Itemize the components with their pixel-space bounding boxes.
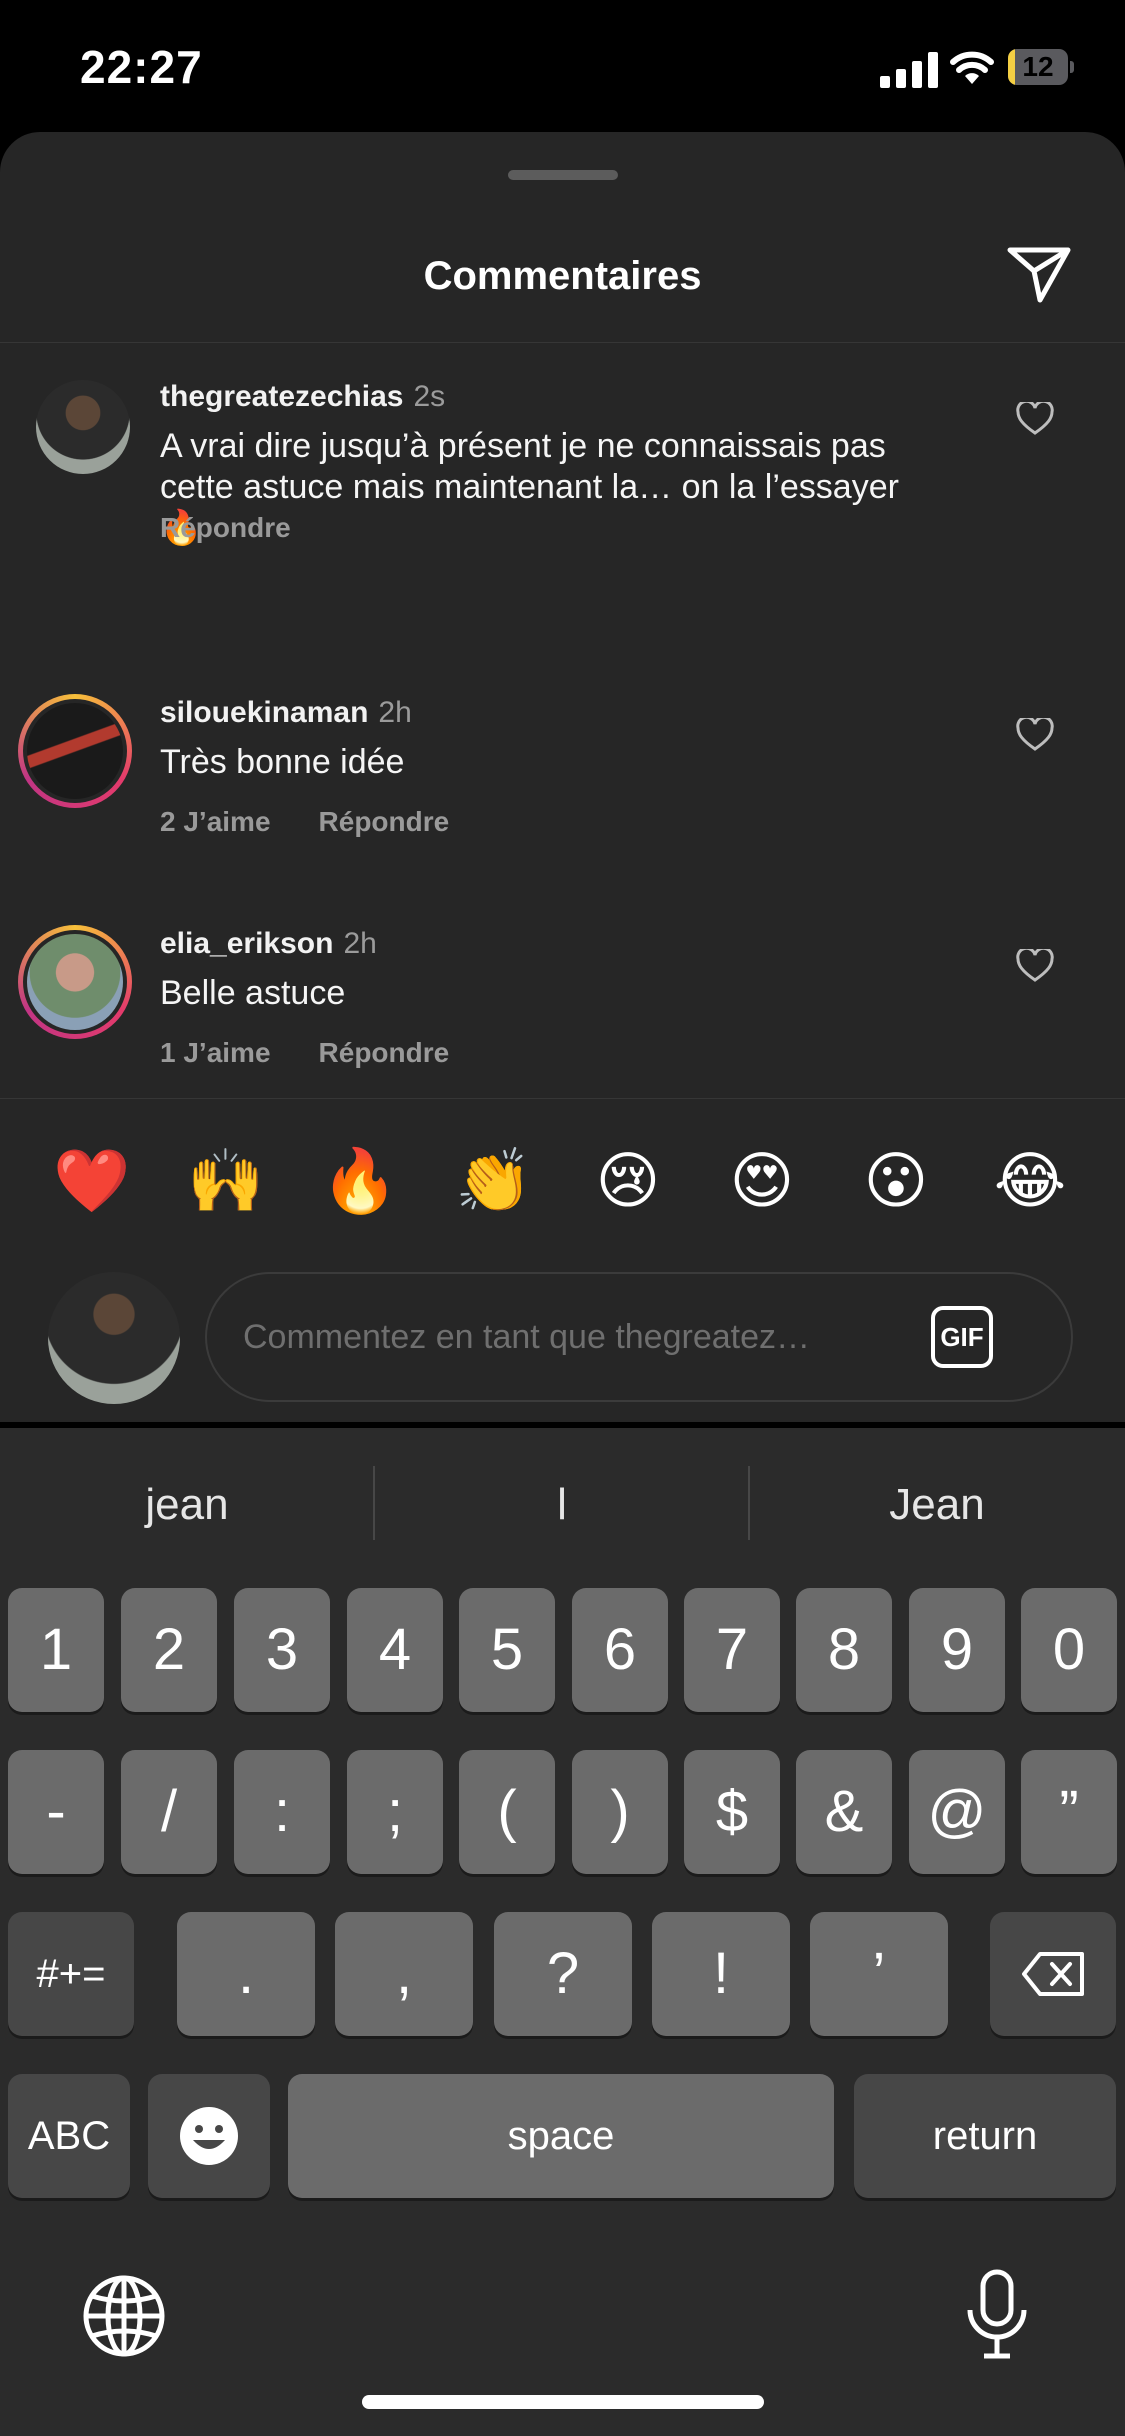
likes-count[interactable]: 2 J’aime xyxy=(160,806,271,837)
suggestion-3[interactable]: Jean xyxy=(750,1480,1124,1530)
reaction-surprised[interactable]: 😮 xyxy=(856,1142,936,1222)
home-indicator[interactable] xyxy=(362,2395,764,2409)
key-0[interactable]: 0 xyxy=(1021,1588,1117,1712)
comment-time: 2h xyxy=(343,927,377,960)
globe-icon[interactable] xyxy=(82,2274,166,2358)
wifi-icon xyxy=(950,51,994,84)
key-ampersand[interactable]: & xyxy=(796,1750,892,1874)
microphone-icon[interactable] xyxy=(962,2268,1032,2362)
reply-button[interactable]: Répondre xyxy=(160,512,291,543)
sheet-grabber[interactable] xyxy=(508,170,618,180)
sheet-title: Commentaires xyxy=(423,254,702,298)
key-question[interactable]: ? xyxy=(494,1912,632,2036)
reaction-heart-eyes[interactable]: 😍 xyxy=(722,1142,802,1222)
like-heart-icon[interactable] xyxy=(1016,402,1054,436)
reaction-heart[interactable]: ❤️ xyxy=(52,1142,132,1222)
current-user-avatar xyxy=(48,1272,180,1404)
comment-username[interactable]: thegreatezechias 2s xyxy=(160,380,445,414)
reaction-laughing[interactable]: 😂 xyxy=(990,1142,1070,1222)
key-8[interactable]: 8 xyxy=(796,1588,892,1712)
key-emoji[interactable] xyxy=(148,2074,270,2198)
comment-actions: 2 J’aime Répondre xyxy=(160,806,497,838)
key-return[interactable]: return xyxy=(854,2074,1116,2198)
header-divider xyxy=(0,342,1125,343)
key-colon[interactable]: : xyxy=(234,1750,330,1874)
key-6[interactable]: 6 xyxy=(572,1588,668,1712)
key-close-paren[interactable]: ) xyxy=(572,1750,668,1874)
suggestion-1[interactable]: jean xyxy=(0,1480,374,1530)
status-time: 22:27 xyxy=(80,41,203,93)
key-symbols-toggle[interactable]: #+= xyxy=(8,1912,134,2036)
comment-text: Belle astuce xyxy=(160,974,346,1012)
story-ring[interactable] xyxy=(18,694,132,808)
key-2[interactable]: 2 xyxy=(121,1588,217,1712)
key-1[interactable]: 1 xyxy=(8,1588,104,1712)
comment-item: elia_erikson 2h Belle astuce 1 J’aime Répo… xyxy=(0,909,1125,1069)
key-exclamation[interactable]: ! xyxy=(652,1912,790,2036)
reaction-fire[interactable]: 🔥 xyxy=(320,1142,400,1222)
compose-divider xyxy=(0,1098,1125,1099)
comment-actions: 1 J’aime Répondre xyxy=(160,1037,497,1069)
emoji-smiley-icon xyxy=(180,2107,238,2165)
comment-actions: Répondre xyxy=(160,512,339,544)
key-3[interactable]: 3 xyxy=(234,1588,330,1712)
comment-input-placeholder: Commentez en tant que thegreatez… xyxy=(243,1318,810,1356)
gif-button[interactable]: GIF xyxy=(931,1306,993,1368)
key-slash[interactable]: / xyxy=(121,1750,217,1874)
comment-item: silouekinaman 2h Très bonne idée 2 J’aime… xyxy=(0,678,1125,838)
key-dollar[interactable]: $ xyxy=(684,1750,780,1874)
like-heart-icon[interactable] xyxy=(1016,949,1054,983)
reaction-clap[interactable]: 👏 xyxy=(454,1142,534,1222)
suggestion-2[interactable]: l xyxy=(375,1480,749,1530)
comment-time: 2s xyxy=(413,380,446,413)
commenter-avatar xyxy=(27,934,123,1030)
key-apostrophe[interactable]: ’ xyxy=(810,1912,948,2036)
like-heart-icon[interactable] xyxy=(1016,718,1054,752)
key-hyphen[interactable]: - xyxy=(8,1750,104,1874)
reply-button[interactable]: Répondre xyxy=(319,806,450,837)
key-9[interactable]: 9 xyxy=(909,1588,1005,1712)
reaction-crying[interactable]: 😢 xyxy=(588,1142,668,1222)
battery-percentage: 12 xyxy=(1022,51,1054,82)
key-7[interactable]: 7 xyxy=(684,1588,780,1712)
key-quote[interactable]: ” xyxy=(1021,1750,1117,1874)
comments-sheet: Commentaires thegreatezechias 2s A vrai d… xyxy=(0,132,1125,1422)
key-space[interactable]: space xyxy=(288,2074,834,2198)
key-abc[interactable]: ABC xyxy=(8,2074,130,2198)
comment-username[interactable]: silouekinaman 2h xyxy=(160,696,412,730)
key-delete[interactable] xyxy=(990,1912,1116,2036)
delete-backspace-icon xyxy=(1022,1952,1084,1996)
status-bar: 22:27 12 xyxy=(0,0,1125,132)
share-send-icon[interactable] xyxy=(1004,238,1074,308)
key-5[interactable]: 5 xyxy=(459,1588,555,1712)
comment-item: thegreatezechias 2s A vrai dire jusqu’à p… xyxy=(0,362,1125,562)
likes-count[interactable]: 1 J’aime xyxy=(160,1037,271,1068)
reaction-raising-hands[interactable]: 🙌 xyxy=(186,1142,266,1222)
story-ring[interactable] xyxy=(18,925,132,1039)
key-period[interactable]: . xyxy=(177,1912,315,2036)
key-4[interactable]: 4 xyxy=(347,1588,443,1712)
key-open-paren[interactable]: ( xyxy=(459,1750,555,1874)
reply-button[interactable]: Répondre xyxy=(319,1037,450,1068)
quick-reactions: ❤️ 🙌 🔥 👏 😢 😍 😮 😂 xyxy=(0,1142,1125,1222)
comment-text: Très bonne idée xyxy=(160,743,405,781)
key-at[interactable]: @ xyxy=(909,1750,1005,1874)
keyboard: jean l Jean 1 2 3 4 5 6 7 8 9 0 - / : ; … xyxy=(0,1428,1125,2436)
comment-username[interactable]: elia_erikson 2h xyxy=(160,927,377,961)
battery-icon: 12 xyxy=(1008,49,1074,87)
comment-input[interactable]: Commentez en tant que thegreatez… GIF xyxy=(205,1272,1073,1402)
commenter-avatar xyxy=(27,703,123,799)
key-comma[interactable]: , xyxy=(335,1912,473,2036)
cellular-signal-icon xyxy=(880,52,938,88)
key-semicolon[interactable]: ; xyxy=(347,1750,443,1874)
comment-time: 2h xyxy=(378,696,412,729)
commenter-avatar[interactable] xyxy=(36,380,130,474)
